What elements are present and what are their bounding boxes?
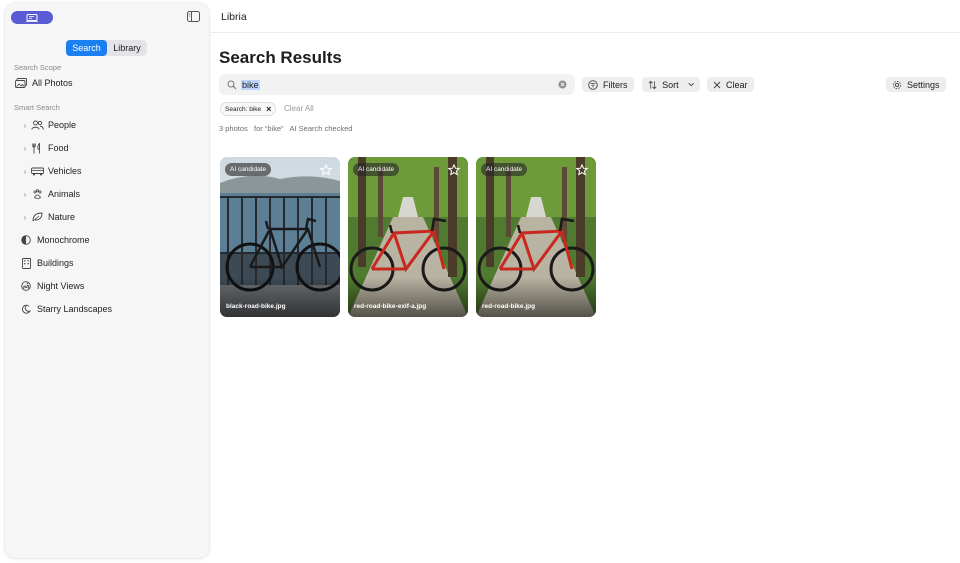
sidebar: Search Library Search Scope All Photos S… — [5, 3, 209, 558]
sidebar-item-people[interactable]: › People — [20, 116, 224, 134]
photo-card[interactable]: AI candidate black-road-bike.jpg — [220, 157, 340, 317]
photo-filename: red-road-bike-exif-a.jpg — [354, 303, 427, 310]
smart-search-label: Smart Search — [14, 103, 60, 112]
sidebar-item-animals[interactable]: › Animals — [20, 185, 224, 203]
sidebar-item-label: Vehicles — [48, 166, 82, 176]
sidebar-item-night-views[interactable]: Night Views — [19, 277, 223, 295]
chevron-down-icon[interactable] — [688, 82, 694, 87]
caption-shade — [476, 277, 596, 317]
result-query: for “bike” — [254, 124, 284, 133]
page-title: Search Results — [219, 48, 342, 67]
star-icon[interactable] — [576, 164, 588, 176]
search-token-chip[interactable]: Search: bike × — [220, 102, 277, 116]
sort-button[interactable]: Sort — [642, 77, 700, 92]
settings-label: Settings — [907, 79, 940, 90]
chip-label: Search: bike — [225, 105, 262, 113]
search-icon — [227, 80, 237, 89]
sidebar-item-label: People — [48, 120, 77, 130]
sidebar-toggle-icon[interactable] — [187, 11, 200, 22]
search-scope-label: Search Scope — [14, 63, 62, 72]
filters-button[interactable]: Filters — [582, 77, 634, 92]
search-input[interactable]: bike — [219, 74, 575, 95]
car-icon — [30, 165, 44, 177]
leaf-icon — [30, 211, 44, 223]
sidebar-item-label: Buildings — [37, 258, 74, 268]
half-circle-icon — [19, 234, 33, 246]
chevron-right-icon[interactable]: › — [20, 167, 30, 176]
sidebar-item-label: Night Views — [37, 281, 85, 291]
fork-knife-icon — [30, 142, 44, 154]
app-menu-button[interactable] — [11, 11, 53, 24]
sidebar-item-label: Food — [48, 143, 69, 153]
tab-search[interactable]: Search — [66, 40, 107, 56]
star-icon[interactable] — [448, 164, 460, 176]
sidebar-item-all-photos[interactable]: All Photos — [14, 74, 204, 92]
chevron-right-icon[interactable]: › — [20, 121, 30, 130]
filters-label: Filters — [603, 79, 628, 90]
search-input-value[interactable]: bike — [241, 79, 260, 90]
pawprint-icon — [30, 188, 44, 200]
mode-segmented-control: Search Library — [66, 40, 147, 56]
sidebar-item-vehicles[interactable]: › Vehicles — [20, 162, 224, 180]
title-bar: Libria — [209, 0, 960, 33]
sidebar-item-food[interactable]: › Food — [20, 139, 224, 157]
chevron-right-icon[interactable]: › — [20, 213, 30, 222]
sidebar-item-label: Monochrome — [37, 235, 90, 245]
result-status: AI Search checked — [289, 124, 353, 133]
result-count: 3 photos — [219, 124, 248, 133]
sidebar-item-label: Starry Landscapes — [37, 304, 113, 314]
sidebar-item-label: Animals — [48, 189, 81, 199]
app-icon — [26, 13, 38, 22]
chevron-right-icon[interactable]: › — [20, 190, 30, 199]
result-summary: 3 photos for “bike” AI Search checked — [219, 124, 352, 133]
photo-card[interactable]: AI candidate red-road-bike-exif-a.jpg — [348, 157, 468, 317]
ai-candidate-badge: AI candidate — [353, 163, 400, 176]
photos-icon — [14, 77, 28, 89]
clear-label: Clear — [726, 79, 748, 90]
star-icon[interactable] — [320, 164, 332, 176]
sidebar-item-buildings[interactable]: Buildings — [19, 254, 223, 272]
clear-all-link[interactable]: Clear All — [284, 104, 314, 113]
sidebar-item-starry-landscapes[interactable]: Starry Landscapes — [19, 300, 223, 318]
chevron-right-icon[interactable]: › — [20, 144, 30, 153]
window-title: Libria — [221, 11, 247, 23]
close-icon[interactable]: × — [266, 104, 271, 114]
people-icon — [30, 119, 44, 131]
caption-shade — [220, 277, 340, 317]
sidebar-item-label: All Photos — [32, 78, 73, 88]
moon-stars-icon — [19, 303, 33, 315]
sidebar-item-nature[interactable]: › Nature — [20, 208, 224, 226]
sidebar-item-label: Nature — [48, 212, 76, 222]
photo-filename: red-road-bike.jpg — [482, 303, 536, 310]
photo-filename: black-road-bike.jpg — [226, 303, 286, 310]
ai-candidate-badge: AI candidate — [481, 163, 528, 176]
settings-button[interactable]: Settings — [886, 77, 946, 92]
ai-candidate-badge: AI candidate — [225, 163, 272, 176]
clear-search-icon[interactable] — [558, 80, 567, 89]
sidebar-item-monochrome[interactable]: Monochrome — [19, 231, 223, 249]
caption-shade — [348, 277, 468, 317]
sort-arrows-icon — [648, 80, 657, 89]
moon-city-icon — [19, 280, 33, 292]
filter-icon — [588, 79, 598, 90]
gear-icon — [892, 80, 902, 89]
close-icon — [713, 81, 721, 88]
sort-label: Sort — [662, 79, 679, 90]
photo-card[interactable]: AI candidate red-road-bike.jpg — [476, 157, 596, 317]
clear-button[interactable]: Clear — [707, 77, 754, 92]
tab-library[interactable]: Library — [107, 40, 147, 56]
building-icon — [19, 257, 33, 269]
